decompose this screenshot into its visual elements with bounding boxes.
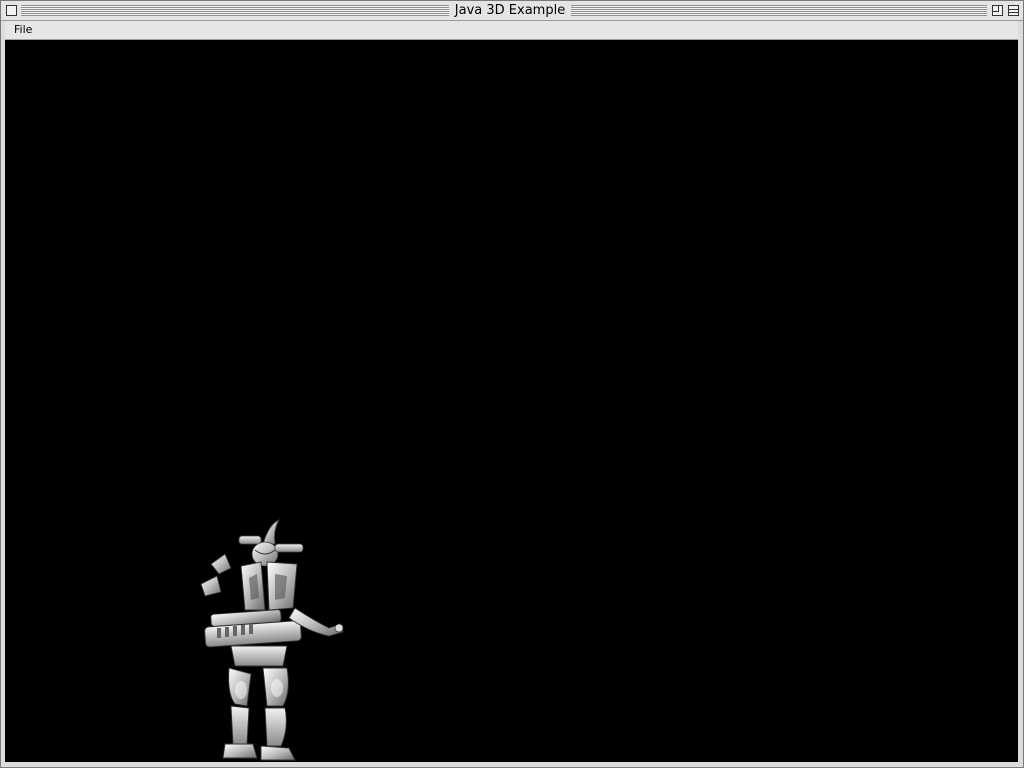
zoom-box-icon[interactable] <box>992 5 1003 16</box>
title-bar-stripes-right <box>571 5 987 16</box>
menu-bar: File <box>5 21 1018 40</box>
close-box-icon[interactable] <box>6 5 17 16</box>
robot-figure <box>200 519 344 761</box>
menu-file[interactable]: File <box>11 23 35 37</box>
3d-canvas[interactable] <box>5 40 1018 762</box>
app-window: Java 3D Example File <box>0 0 1024 768</box>
title-bar-stripes-left <box>21 5 449 16</box>
window-title: Java 3D Example <box>451 3 569 19</box>
windowshade-box-icon[interactable] <box>1008 5 1019 16</box>
title-bar[interactable]: Java 3D Example <box>1 1 1023 21</box>
